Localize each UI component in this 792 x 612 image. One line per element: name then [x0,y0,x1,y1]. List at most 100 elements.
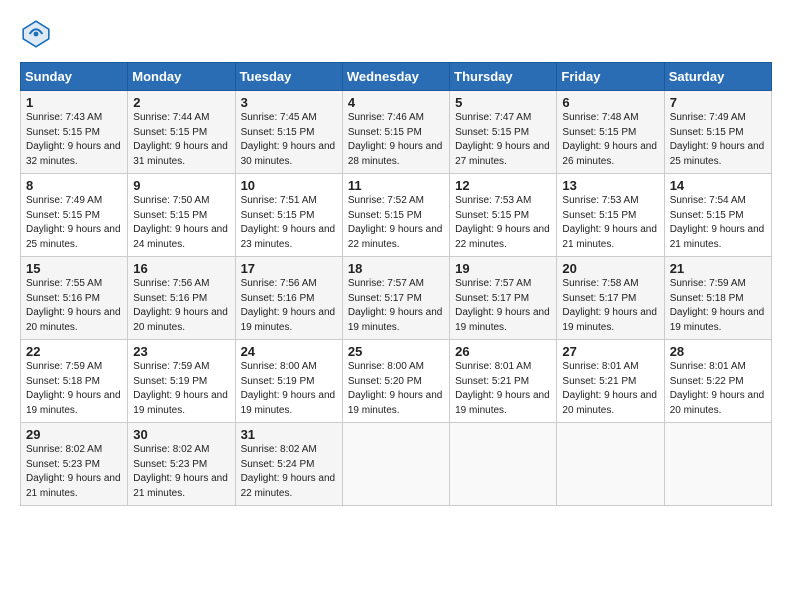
day-number: 21 [670,261,766,276]
day-cell: 12Sunrise: 7:53 AMSunset: 5:15 PMDayligh… [450,174,557,257]
day-number: 13 [562,178,658,193]
day-info: Sunrise: 7:54 AMSunset: 5:15 PMDaylight:… [670,194,766,252]
day-info: Sunrise: 7:57 AMSunset: 5:17 PMDaylight:… [455,277,551,335]
day-number: 2 [133,95,229,110]
day-number: 8 [26,178,122,193]
day-cell: 8Sunrise: 7:49 AMSunset: 5:15 PMDaylight… [21,174,128,257]
day-cell [557,423,664,506]
day-cell [664,423,771,506]
day-cell: 5Sunrise: 7:47 AMSunset: 5:15 PMDaylight… [450,91,557,174]
day-info: Sunrise: 7:48 AMSunset: 5:15 PMDaylight:… [562,111,658,169]
col-header-tuesday: Tuesday [235,63,342,91]
day-number: 24 [241,344,337,359]
day-info: Sunrise: 8:01 AMSunset: 5:21 PMDaylight:… [455,360,551,418]
page: SundayMondayTuesdayWednesdayThursdayFrid… [0,0,792,516]
day-number: 17 [241,261,337,276]
day-info: Sunrise: 7:56 AMSunset: 5:16 PMDaylight:… [133,277,229,335]
day-info: Sunrise: 7:59 AMSunset: 5:19 PMDaylight:… [133,360,229,418]
week-row-3: 15Sunrise: 7:55 AMSunset: 5:16 PMDayligh… [21,257,772,340]
week-row-5: 29Sunrise: 8:02 AMSunset: 5:23 PMDayligh… [21,423,772,506]
day-number: 4 [348,95,444,110]
day-cell: 26Sunrise: 8:01 AMSunset: 5:21 PMDayligh… [450,340,557,423]
day-number: 26 [455,344,551,359]
day-info: Sunrise: 7:58 AMSunset: 5:17 PMDaylight:… [562,277,658,335]
day-number: 11 [348,178,444,193]
day-info: Sunrise: 7:53 AMSunset: 5:15 PMDaylight:… [455,194,551,252]
col-header-thursday: Thursday [450,63,557,91]
day-info: Sunrise: 7:49 AMSunset: 5:15 PMDaylight:… [26,194,122,252]
day-number: 20 [562,261,658,276]
day-cell: 24Sunrise: 8:00 AMSunset: 5:19 PMDayligh… [235,340,342,423]
col-header-wednesday: Wednesday [342,63,449,91]
day-info: Sunrise: 7:44 AMSunset: 5:15 PMDaylight:… [133,111,229,169]
day-number: 19 [455,261,551,276]
day-info: Sunrise: 8:02 AMSunset: 5:23 PMDaylight:… [133,443,229,501]
day-number: 10 [241,178,337,193]
day-cell: 28Sunrise: 8:01 AMSunset: 5:22 PMDayligh… [664,340,771,423]
col-header-friday: Friday [557,63,664,91]
day-number: 14 [670,178,766,193]
day-cell: 30Sunrise: 8:02 AMSunset: 5:23 PMDayligh… [128,423,235,506]
day-info: Sunrise: 7:43 AMSunset: 5:15 PMDaylight:… [26,111,122,169]
day-cell: 10Sunrise: 7:51 AMSunset: 5:15 PMDayligh… [235,174,342,257]
day-cell: 19Sunrise: 7:57 AMSunset: 5:17 PMDayligh… [450,257,557,340]
day-info: Sunrise: 7:57 AMSunset: 5:17 PMDaylight:… [348,277,444,335]
day-cell: 3Sunrise: 7:45 AMSunset: 5:15 PMDaylight… [235,91,342,174]
col-header-saturday: Saturday [664,63,771,91]
day-info: Sunrise: 8:00 AMSunset: 5:19 PMDaylight:… [241,360,337,418]
day-info: Sunrise: 7:51 AMSunset: 5:15 PMDaylight:… [241,194,337,252]
day-info: Sunrise: 8:02 AMSunset: 5:24 PMDaylight:… [241,443,337,501]
header [20,18,772,50]
day-number: 29 [26,427,122,442]
day-info: Sunrise: 7:47 AMSunset: 5:15 PMDaylight:… [455,111,551,169]
day-info: Sunrise: 8:02 AMSunset: 5:23 PMDaylight:… [26,443,122,501]
day-number: 18 [348,261,444,276]
day-number: 12 [455,178,551,193]
day-cell: 13Sunrise: 7:53 AMSunset: 5:15 PMDayligh… [557,174,664,257]
day-cell: 31Sunrise: 8:02 AMSunset: 5:24 PMDayligh… [235,423,342,506]
day-number: 16 [133,261,229,276]
day-info: Sunrise: 7:49 AMSunset: 5:15 PMDaylight:… [670,111,766,169]
day-number: 3 [241,95,337,110]
day-cell: 25Sunrise: 8:00 AMSunset: 5:20 PMDayligh… [342,340,449,423]
day-info: Sunrise: 7:59 AMSunset: 5:18 PMDaylight:… [26,360,122,418]
day-info: Sunrise: 7:56 AMSunset: 5:16 PMDaylight:… [241,277,337,335]
day-info: Sunrise: 8:01 AMSunset: 5:21 PMDaylight:… [562,360,658,418]
header-row: SundayMondayTuesdayWednesdayThursdayFrid… [21,63,772,91]
day-number: 5 [455,95,551,110]
day-cell: 4Sunrise: 7:46 AMSunset: 5:15 PMDaylight… [342,91,449,174]
day-number: 23 [133,344,229,359]
day-number: 1 [26,95,122,110]
day-number: 6 [562,95,658,110]
calendar-table: SundayMondayTuesdayWednesdayThursdayFrid… [20,62,772,506]
day-number: 27 [562,344,658,359]
day-number: 25 [348,344,444,359]
day-cell: 18Sunrise: 7:57 AMSunset: 5:17 PMDayligh… [342,257,449,340]
day-info: Sunrise: 7:52 AMSunset: 5:15 PMDaylight:… [348,194,444,252]
day-cell: 21Sunrise: 7:59 AMSunset: 5:18 PMDayligh… [664,257,771,340]
day-number: 15 [26,261,122,276]
day-cell: 29Sunrise: 8:02 AMSunset: 5:23 PMDayligh… [21,423,128,506]
day-cell: 6Sunrise: 7:48 AMSunset: 5:15 PMDaylight… [557,91,664,174]
logo [20,18,56,50]
day-cell: 7Sunrise: 7:49 AMSunset: 5:15 PMDaylight… [664,91,771,174]
day-cell: 20Sunrise: 7:58 AMSunset: 5:17 PMDayligh… [557,257,664,340]
day-number: 9 [133,178,229,193]
day-cell: 9Sunrise: 7:50 AMSunset: 5:15 PMDaylight… [128,174,235,257]
logo-icon [20,18,52,50]
day-cell: 22Sunrise: 7:59 AMSunset: 5:18 PMDayligh… [21,340,128,423]
day-cell: 14Sunrise: 7:54 AMSunset: 5:15 PMDayligh… [664,174,771,257]
week-row-4: 22Sunrise: 7:59 AMSunset: 5:18 PMDayligh… [21,340,772,423]
day-number: 31 [241,427,337,442]
week-row-2: 8Sunrise: 7:49 AMSunset: 5:15 PMDaylight… [21,174,772,257]
day-cell [450,423,557,506]
day-cell: 16Sunrise: 7:56 AMSunset: 5:16 PMDayligh… [128,257,235,340]
week-row-1: 1Sunrise: 7:43 AMSunset: 5:15 PMDaylight… [21,91,772,174]
day-info: Sunrise: 7:46 AMSunset: 5:15 PMDaylight:… [348,111,444,169]
day-info: Sunrise: 7:45 AMSunset: 5:15 PMDaylight:… [241,111,337,169]
day-number: 30 [133,427,229,442]
day-info: Sunrise: 7:55 AMSunset: 5:16 PMDaylight:… [26,277,122,335]
day-number: 22 [26,344,122,359]
day-cell: 15Sunrise: 7:55 AMSunset: 5:16 PMDayligh… [21,257,128,340]
day-info: Sunrise: 7:50 AMSunset: 5:15 PMDaylight:… [133,194,229,252]
